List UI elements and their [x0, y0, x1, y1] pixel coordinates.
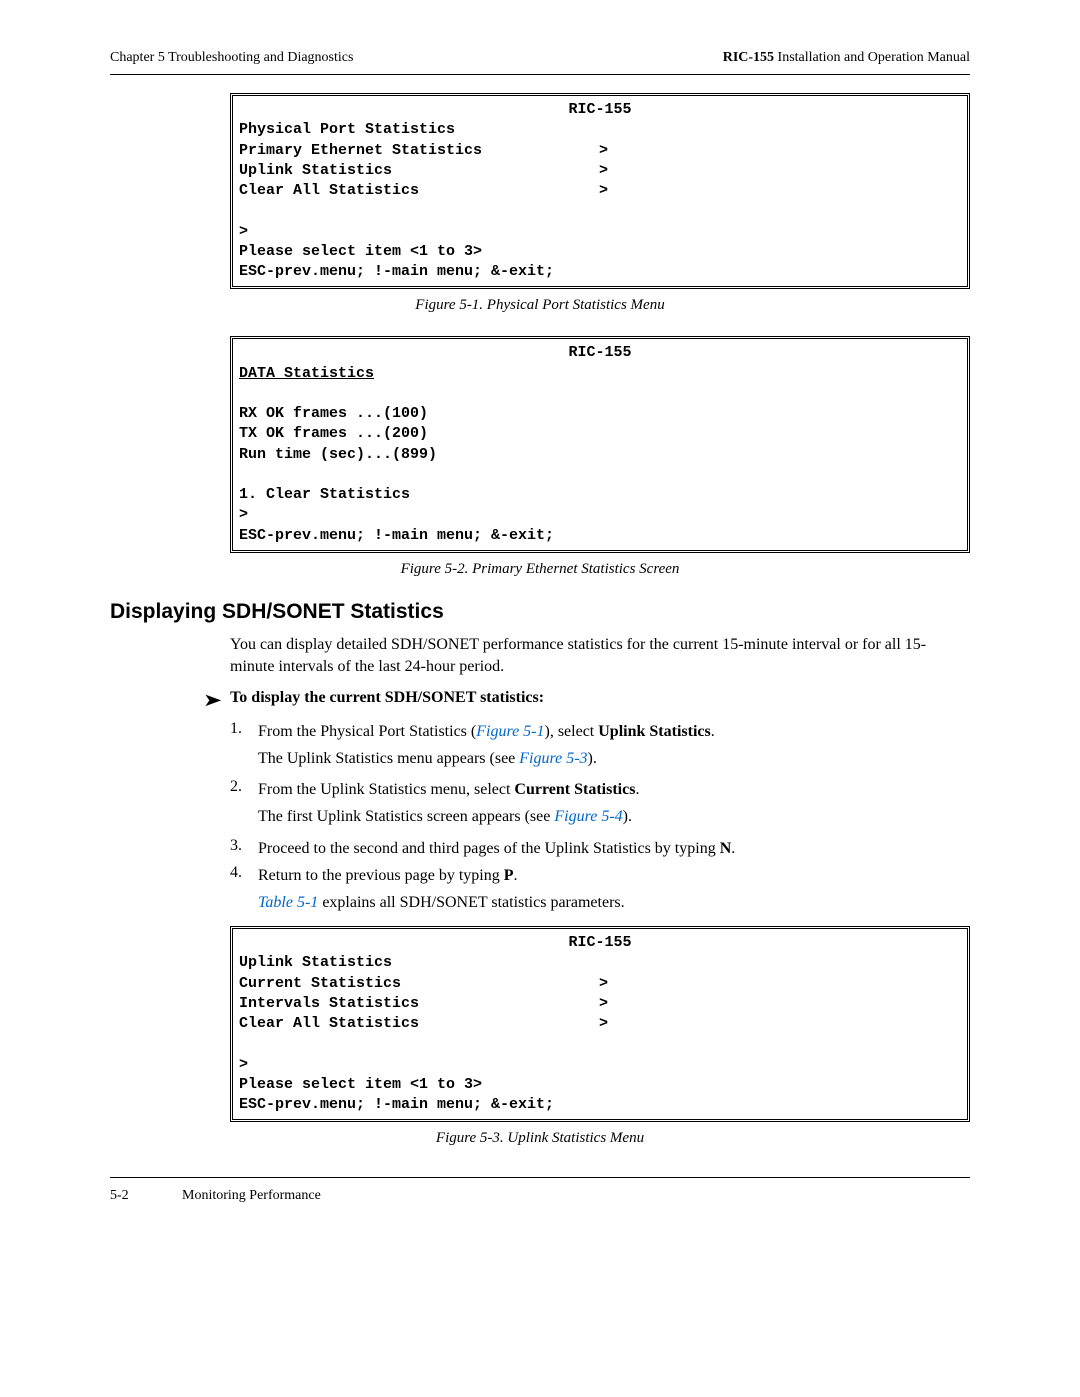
list-number: 1. [230, 720, 258, 743]
list-content: From the Uplink Statistics menu, select … [258, 778, 970, 801]
procedure-title: To display the current SDH/SONET statist… [230, 689, 544, 712]
list-content: Return to the previous page by typing P. [258, 864, 970, 887]
terminal-nav-hint: ESC-prev.menu; !-main menu; &-exit; [239, 1095, 961, 1115]
page-number: 5-2 [110, 1188, 182, 1204]
terminal-prompt: > [239, 222, 961, 242]
arrowhead-icon: ➤ [203, 689, 223, 712]
terminal-blank-line [239, 384, 961, 404]
chevron-right-icon: > [599, 994, 608, 1014]
numbered-list: 3. Proceed to the second and third pages… [230, 837, 970, 887]
chevron-right-icon: > [599, 974, 608, 994]
table-link[interactable]: Table 5-1 [258, 894, 318, 911]
terminal-blank-line [239, 201, 961, 221]
figure-link[interactable]: Figure 5-1 [476, 723, 544, 740]
page-footer: 5-2 Monitoring Performance [110, 1177, 970, 1204]
terminal-title: RIC-155 [239, 933, 961, 953]
terminal-menu-label: Clear All Statistics [239, 1014, 599, 1034]
list-number: 4. [230, 864, 258, 887]
figure-caption: Figure 5-1. Physical Port Statistics Men… [110, 297, 970, 314]
chevron-right-icon: > [599, 161, 608, 181]
terminal-action-row: 1. Clear Statistics [239, 485, 961, 505]
terminal-prompt: > [239, 505, 961, 525]
terminal-select-hint: Please select item <1 to 3> [239, 1075, 961, 1095]
figure-link[interactable]: Figure 5-4 [554, 808, 622, 825]
procedure-heading: ➤ To display the current SDH/SONET stati… [205, 689, 970, 712]
figure-caption: Figure 5-3. Uplink Statistics Menu [110, 1130, 970, 1147]
page: Chapter 5 Troubleshooting and Diagnostic… [0, 0, 1080, 1244]
terminal-physical-port-stats: RIC-155 Physical Port Statistics Primary… [230, 93, 970, 289]
header-product-code: RIC-155 [723, 50, 774, 65]
header-product-suffix: Installation and Operation Manual [774, 50, 970, 65]
sub-paragraph: Table 5-1 explains all SDH/SONET statist… [258, 891, 970, 914]
terminal-stat-row: RX OK frames ...(100) [239, 404, 961, 424]
figure-link[interactable]: Figure 5-3 [519, 750, 587, 767]
terminal-heading: DATA Statistics [239, 364, 961, 384]
section-intro: You can display detailed SDH/SONET perfo… [230, 634, 970, 679]
terminal-menu-label: Clear All Statistics [239, 181, 599, 201]
chevron-right-icon: > [599, 1014, 608, 1034]
terminal-menu-item: Uplink Statistics > [239, 161, 961, 181]
list-content: Proceed to the second and third pages of… [258, 837, 970, 860]
terminal-title: RIC-155 [239, 343, 961, 363]
section-heading: Displaying SDH/SONET Statistics [110, 600, 970, 624]
numbered-list: 1. From the Physical Port Statistics (Fi… [230, 720, 970, 743]
terminal-select-hint: Please select item <1 to 3> [239, 242, 961, 262]
sub-paragraph: The Uplink Statistics menu appears (see … [258, 747, 970, 770]
list-item: 1. From the Physical Port Statistics (Fi… [230, 720, 970, 743]
list-content: From the Physical Port Statistics (Figur… [258, 720, 970, 743]
terminal-stat-row: Run time (sec)...(899) [239, 445, 961, 465]
list-item: 3. Proceed to the second and third pages… [230, 837, 970, 860]
terminal-menu-item: Primary Ethernet Statistics > [239, 141, 961, 161]
page-header: Chapter 5 Troubleshooting and Diagnostic… [110, 50, 970, 75]
sub-paragraph: The first Uplink Statistics screen appea… [258, 805, 970, 828]
terminal-menu-label: Intervals Statistics [239, 994, 599, 1014]
terminal-heading: Uplink Statistics [239, 953, 961, 973]
terminal-data-stats: RIC-155 DATA Statistics RX OK frames ...… [230, 336, 970, 553]
terminal-menu-label: Current Statistics [239, 974, 599, 994]
list-item: 2. From the Uplink Statistics menu, sele… [230, 778, 970, 801]
header-chapter: Chapter 5 Troubleshooting and Diagnostic… [110, 50, 353, 66]
chevron-right-icon: > [599, 181, 608, 201]
terminal-menu-label: Primary Ethernet Statistics [239, 141, 599, 161]
terminal-menu-item: Clear All Statistics > [239, 1014, 961, 1034]
terminal-stat-row: TX OK frames ...(200) [239, 424, 961, 444]
terminal-menu-item: Clear All Statistics > [239, 181, 961, 201]
terminal-menu-item: Intervals Statistics > [239, 994, 961, 1014]
terminal-title: RIC-155 [239, 100, 961, 120]
terminal-uplink-stats: RIC-155 Uplink Statistics Current Statis… [230, 926, 970, 1122]
chevron-right-icon: > [599, 141, 608, 161]
terminal-menu-label: Uplink Statistics [239, 161, 599, 181]
terminal-prompt: > [239, 1055, 961, 1075]
footer-section-name: Monitoring Performance [182, 1188, 321, 1204]
terminal-menu-item: Current Statistics > [239, 974, 961, 994]
terminal-nav-hint: ESC-prev.menu; !-main menu; &-exit; [239, 526, 961, 546]
numbered-list: 2. From the Uplink Statistics menu, sele… [230, 778, 970, 801]
list-number: 3. [230, 837, 258, 860]
terminal-nav-hint: ESC-prev.menu; !-main menu; &-exit; [239, 262, 961, 282]
list-number: 2. [230, 778, 258, 801]
header-product: RIC-155 Installation and Operation Manua… [723, 50, 970, 66]
terminal-heading: Physical Port Statistics [239, 120, 961, 140]
terminal-blank-line [239, 465, 961, 485]
figure-caption: Figure 5-2. Primary Ethernet Statistics … [110, 561, 970, 578]
list-item: 4. Return to the previous page by typing… [230, 864, 970, 887]
terminal-blank-line [239, 1034, 961, 1054]
